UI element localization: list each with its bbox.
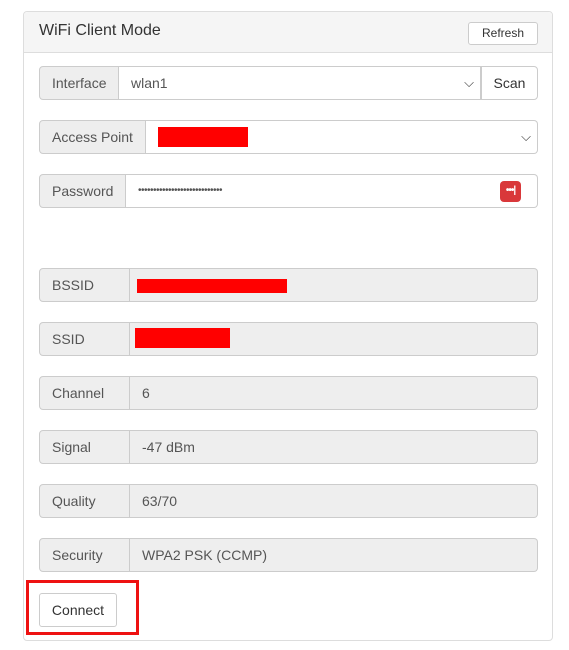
quality-label: Quality	[39, 484, 130, 518]
password-label: Password	[39, 174, 126, 208]
redacted-bssid	[137, 279, 287, 293]
scan-button[interactable]: Scan	[481, 66, 538, 100]
refresh-button[interactable]: Refresh	[468, 22, 538, 45]
interface-value: wlan1	[131, 75, 168, 91]
ssid-value	[130, 322, 538, 356]
password-row: Password •••••••••••••••••••••••••••• ••…	[39, 174, 538, 208]
interface-select[interactable]: wlan1 ⌵	[119, 66, 481, 100]
channel-value: 6	[130, 376, 538, 410]
security-value: WPA2 PSK (CCMP)	[130, 538, 538, 572]
redacted-access-point	[158, 127, 248, 147]
panel-title: WiFi Client Mode	[39, 22, 161, 39]
signal-label: Signal	[39, 430, 130, 464]
signal-value: -47 dBm	[130, 430, 538, 464]
signal-row: Signal -47 dBm	[39, 430, 538, 464]
channel-row: Channel 6	[39, 376, 538, 410]
quality-row: Quality 63/70	[39, 484, 538, 518]
security-row: Security WPA2 PSK (CCMP)	[39, 538, 538, 572]
ssid-row: SSID	[39, 322, 538, 356]
access-point-select[interactable]: ⌵	[146, 120, 538, 154]
ssid-label: SSID	[39, 322, 130, 356]
quality-value: 63/70	[130, 484, 538, 518]
connect-button[interactable]: Connect	[39, 593, 117, 627]
interface-label: Interface	[39, 66, 119, 100]
security-label: Security	[39, 538, 130, 572]
interface-row: Interface wlan1 ⌵ Scan	[39, 66, 538, 100]
wifi-client-panel: WiFi Client Mode Refresh Interface wlan1…	[23, 11, 553, 641]
channel-label: Channel	[39, 376, 130, 410]
chevron-down-icon: ⌵	[464, 75, 474, 90]
access-point-label: Access Point	[39, 120, 146, 154]
panel-header: WiFi Client Mode Refresh	[24, 12, 552, 53]
password-input[interactable]: •••••••••••••••••••••••••••• •••|	[126, 174, 538, 208]
bssid-row: BSSID	[39, 268, 538, 302]
redacted-ssid	[135, 328, 230, 348]
access-point-row: Access Point ⌵	[39, 120, 538, 154]
bssid-label: BSSID	[39, 268, 130, 302]
password-value: ••••••••••••••••••••••••••••	[138, 185, 223, 196]
password-manager-icon[interactable]: •••|	[500, 181, 521, 202]
bssid-value	[130, 268, 538, 302]
chevron-down-icon: ⌵	[521, 129, 531, 144]
